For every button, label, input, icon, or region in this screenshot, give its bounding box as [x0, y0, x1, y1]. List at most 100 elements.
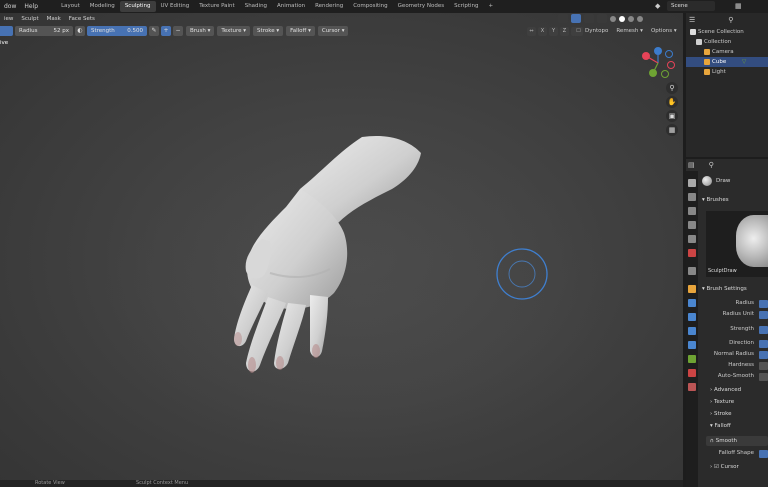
- strength-field[interactable]: Strength 0.500: [87, 26, 147, 36]
- symmetry-x-button[interactable]: X: [538, 26, 547, 36]
- symmetry-lock-icon[interactable]: ⇔: [527, 26, 536, 36]
- scene-collection-icon: [690, 28, 696, 35]
- brush-dropdown[interactable]: Brush ▾: [186, 26, 215, 36]
- dyntopo-checkbox[interactable]: ☐: [574, 26, 583, 36]
- menu-sculpt[interactable]: Sculpt: [17, 16, 42, 22]
- cursor-dropdown[interactable]: Cursor ▾: [317, 26, 349, 36]
- tab-shading[interactable]: Shading: [240, 1, 272, 12]
- tab-texture-paint[interactable]: Texture Paint: [194, 1, 240, 12]
- tab-modeling[interactable]: Modeling: [85, 1, 120, 12]
- tab-scripting[interactable]: Scripting: [449, 1, 483, 12]
- stroke-dropdown[interactable]: Stroke ▾: [253, 26, 284, 36]
- pan-hand-icon[interactable]: ✋: [666, 96, 678, 108]
- outliner-row-light[interactable]: Light: [686, 67, 768, 77]
- outliner-row-camera[interactable]: Camera: [686, 47, 768, 57]
- navigation-gizmo[interactable]: [637, 44, 679, 80]
- render-tab-icon[interactable]: [688, 193, 696, 201]
- add-workspace-icon[interactable]: +: [484, 1, 499, 12]
- particles-tab-icon[interactable]: [688, 313, 696, 321]
- view-layer-icon[interactable]: ▦: [735, 2, 742, 10]
- prop-normal-radius[interactable]: Normal Radius: [700, 351, 768, 359]
- view-layer-tab-icon[interactable]: [688, 221, 696, 229]
- object-tab-icon[interactable]: [688, 285, 696, 293]
- shading-rendered-icon[interactable]: [637, 15, 643, 22]
- physics-tab-icon[interactable]: [688, 327, 696, 335]
- falloff-preset-dropdown[interactable]: ∩ Smooth: [706, 436, 768, 446]
- material-tab-icon[interactable]: [688, 369, 696, 377]
- direction-add-button[interactable]: +: [161, 26, 171, 36]
- tab-geometry-nodes[interactable]: Geometry Nodes: [393, 1, 449, 12]
- output-tab-icon[interactable]: [688, 207, 696, 215]
- brushes-section[interactable]: ▾ Brushes: [702, 197, 729, 203]
- strength-pressure-icon[interactable]: ✎: [149, 26, 159, 36]
- brush-preview[interactable]: SculptDraw: [706, 211, 768, 277]
- falloff-dropdown[interactable]: Falloff ▾: [286, 26, 315, 36]
- texture-section[interactable]: › Texture: [710, 399, 734, 405]
- menu-window[interactable]: dow: [0, 3, 20, 10]
- filter-icon[interactable]: ⚲: [728, 16, 733, 24]
- modifier-tab-icon[interactable]: [688, 299, 696, 307]
- tool-tab-icon[interactable]: [688, 179, 696, 187]
- tab-uv-editing[interactable]: UV Editing: [156, 1, 195, 12]
- brush-datablock[interactable]: Draw: [702, 175, 730, 187]
- prop-radius[interactable]: Radius: [700, 300, 768, 308]
- texture-dropdown[interactable]: Texture ▾: [217, 26, 251, 36]
- prop-hardness[interactable]: Hardness: [700, 362, 768, 370]
- brush-settings-section[interactable]: ▾ Brush Settings: [702, 286, 747, 292]
- symmetry-y-button[interactable]: Y: [549, 26, 558, 36]
- outliner-row-collection[interactable]: Collection: [686, 37, 768, 47]
- prop-direction[interactable]: Direction: [700, 340, 768, 348]
- outliner-scene-collection[interactable]: Scene Collection: [686, 27, 768, 37]
- remesh-dropdown[interactable]: Remesh ▾: [616, 28, 643, 34]
- scene-icon[interactable]: ◆: [655, 2, 664, 11]
- menu-face-sets[interactable]: Face Sets: [65, 16, 99, 22]
- tab-layout[interactable]: Layout: [56, 1, 85, 12]
- editor-type-icon[interactable]: ☰: [689, 16, 695, 24]
- cursor-section[interactable]: › ☑ Cursor: [710, 464, 739, 470]
- 3d-viewport[interactable]: [0, 13, 683, 487]
- tab-animation[interactable]: Animation: [272, 1, 310, 12]
- tab-sculpting[interactable]: Sculpting: [119, 1, 156, 12]
- menu-help[interactable]: Help: [20, 3, 42, 10]
- selectability-icon[interactable]: [558, 14, 568, 23]
- symmetry-z-button[interactable]: Z: [560, 26, 569, 36]
- camera-view-icon[interactable]: ▣: [666, 110, 678, 122]
- stroke-section[interactable]: › Stroke: [710, 411, 731, 417]
- constraints-tab-icon[interactable]: [688, 341, 696, 349]
- ortho-grid-icon[interactable]: ▦: [666, 124, 678, 136]
- radius-value: 52 px: [53, 28, 70, 34]
- shading-wireframe-icon[interactable]: [610, 15, 616, 22]
- tab-rendering[interactable]: Rendering: [310, 1, 348, 12]
- prop-falloff-shape[interactable]: Falloff Shape: [700, 450, 768, 458]
- outliner-row-cube[interactable]: Cube ▽: [686, 57, 768, 67]
- direction-subtract-button[interactable]: −: [173, 26, 183, 36]
- radius-field[interactable]: Radius 52 px: [15, 26, 73, 36]
- menu-view[interactable]: iew: [0, 16, 17, 22]
- collection-tab-icon[interactable]: [688, 267, 696, 275]
- radius-pressure-icon[interactable]: ◐: [75, 26, 85, 36]
- status-context-menu: Sculpt Context Menu: [136, 480, 189, 486]
- overlay-toggle-icon[interactable]: [584, 14, 594, 23]
- menu-mask[interactable]: Mask: [43, 16, 65, 22]
- shading-solid-icon[interactable]: [619, 15, 625, 22]
- xray-icon[interactable]: [597, 14, 607, 23]
- data-tab-icon[interactable]: [688, 355, 696, 363]
- advanced-section[interactable]: › Advanced: [710, 387, 741, 393]
- falloff-section[interactable]: ▾ Falloff: [710, 423, 731, 429]
- shading-material-icon[interactable]: [628, 15, 634, 22]
- scene-tab-icon[interactable]: [688, 235, 696, 243]
- props-editor-type-icon[interactable]: ▤: [688, 161, 695, 170]
- zoom-icon[interactable]: ⚲: [666, 82, 678, 94]
- prop-radius-unit[interactable]: Radius Unit: [700, 311, 768, 319]
- world-tab-icon[interactable]: [688, 249, 696, 257]
- options-dropdown[interactable]: Options ▾: [651, 28, 677, 34]
- tab-compositing[interactable]: Compositing: [348, 1, 392, 12]
- prop-auto-smooth[interactable]: Auto-Smooth: [700, 373, 768, 381]
- brush-name: Draw: [716, 178, 731, 184]
- scene-name-field[interactable]: Scene: [667, 1, 715, 11]
- dyntopo-label[interactable]: Dyntopo: [585, 28, 608, 34]
- prop-strength[interactable]: Strength: [700, 326, 768, 334]
- gizmo-toggle-icon[interactable]: [571, 14, 581, 23]
- left-toolbar-brush-icon[interactable]: [0, 26, 9, 36]
- texture-tab-icon[interactable]: [688, 383, 696, 391]
